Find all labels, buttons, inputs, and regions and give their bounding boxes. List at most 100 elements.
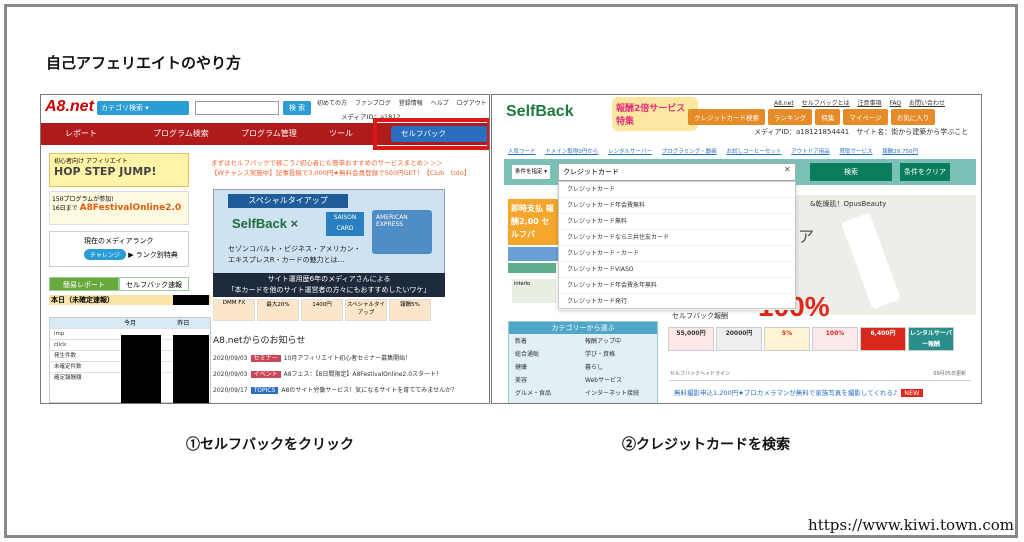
popular-word[interactable]: アウトドア用品 — [791, 149, 830, 155]
banner[interactable]: 1400円 — [301, 299, 343, 321]
suggestion-item[interactable]: クレジットカード — [559, 182, 795, 198]
instant-pay-banner[interactable]: 即時支払 報酬2,00 セルフバ — [508, 199, 558, 245]
report-tabs: 簡易レポート セルフバック速報 — [49, 277, 189, 291]
banner[interactable]: 最大20% — [257, 299, 299, 321]
dark-banner[interactable]: サイト運用歴6年のメディアさんによる 「本カードを他のサイト運営者の方々にもおす… — [213, 273, 445, 297]
festival-banner[interactable]: 150プログラムが参加! 16日まで A8FestivalOnline2.0 — [49, 191, 189, 225]
nav-program-manage[interactable]: プログラム管理 — [217, 123, 305, 145]
popular-word[interactable]: ドメイン取得0円から — [545, 149, 598, 155]
category-item[interactable]: 新着 — [515, 336, 581, 348]
tab-selfback-report[interactable]: セルフバック速報 — [119, 277, 189, 291]
clear-conditions-button[interactable]: 条件をクリア — [900, 163, 950, 181]
popular-word[interactable]: レンタルサーバー — [608, 149, 652, 155]
popular-word[interactable]: 買取サービス — [840, 149, 873, 155]
amex-card: AMERICAN EXPRESS — [372, 210, 432, 254]
notice-date: 2020/09/03 — [213, 355, 248, 362]
banner[interactable]: スペシャルタイアップ — [345, 299, 387, 321]
suggestion-item[interactable]: クレジットカード発行 — [559, 294, 795, 310]
special-ribbon: スペシャルタイアップ — [228, 194, 348, 208]
suggestion-dropdown: クレジットカード クレジットカード年会費無料 クレジットカード無料 クレジットカ… — [558, 181, 796, 310]
suggestion-item[interactable]: クレジットカードVIASO — [559, 262, 795, 278]
category-item[interactable]: Webサービス — [585, 375, 651, 387]
link-logout[interactable]: ログアウト — [457, 100, 487, 107]
double-reward-badge[interactable]: 報酬2倍サービス特集 — [612, 97, 698, 131]
nav-program-search[interactable]: プログラム検索 — [129, 123, 217, 145]
promo-banner[interactable]: 6,400円 — [860, 327, 906, 351]
condition-select[interactable]: 条件を指定 ▾ — [512, 165, 550, 179]
highlight-box — [373, 118, 489, 150]
redacted-block — [121, 335, 161, 403]
nav-report[interactable]: レポート — [41, 123, 129, 145]
new-badge: NEW — [901, 389, 923, 397]
ranking-button[interactable]: ランキング — [768, 109, 813, 125]
notice-date: 2020/09/03 — [213, 371, 248, 378]
search-input[interactable]: クレジットカード — [558, 163, 796, 181]
link-help[interactable]: ヘルプ — [431, 100, 449, 107]
category-item[interactable]: 学び・資格 — [585, 349, 651, 361]
media-info: メディアID：a18121854441 サイト名：街から建築から学ぶこと — [754, 128, 969, 136]
news-line[interactable]: 【Wチャンス実施中】記事投稿で3,000円★無料会員登録で500円GET！【Cl… — [211, 167, 470, 177]
mypage-button[interactable]: マイページ — [843, 109, 888, 125]
popular-word[interactable]: プログラミング・動画 — [662, 149, 717, 155]
popular-word[interactable]: お試しコーヒーセット — [726, 149, 781, 155]
link-beginner[interactable]: 初めての方 — [317, 100, 347, 107]
search-input[interactable] — [195, 101, 279, 115]
suggestion-item[interactable]: クレジットカードなら三井住友カード — [559, 230, 795, 246]
category-item[interactable]: 総合通販 — [515, 349, 581, 361]
banner[interactable]: DMM FX — [213, 299, 255, 321]
suggestion-item[interactable]: クレジットカード年会費無料 — [559, 198, 795, 214]
banner-row: DMM FX 最大20% 1400円 スペシャルタイアップ 報酬5% — [213, 299, 431, 321]
feature-button[interactable]: 特集 — [815, 109, 841, 125]
a8-logo[interactable]: A8.net — [45, 98, 94, 116]
suggestion-item[interactable]: クレジットカード・カード — [559, 246, 795, 262]
inter-banner[interactable]: interlo — [512, 279, 556, 303]
category-item[interactable]: インターネット接続 — [585, 388, 651, 400]
category-heading: カテゴリーから選ぶ — [509, 322, 657, 334]
category-item[interactable]: グルメ・食品 — [515, 388, 581, 400]
search-button[interactable]: 検 索 — [283, 101, 311, 115]
credit-card-search-button[interactable]: クレジットカード検索 — [688, 109, 765, 125]
special-desc: セゾンコバルト・ビジネス・アメリカン・ エキスプレスR・カードの魅力とは… — [228, 245, 361, 264]
a8-screenshot: A8.net カテゴリ検索 ▾ 検 索 初めての方 ファンブログ 登録情報 ヘル… — [40, 94, 490, 404]
promo-row: 55,000円 20000円 5% 100% 6,400円 レンタルサーバー報酬 — [668, 327, 954, 351]
link-about[interactable]: セルフバックとは — [802, 100, 850, 107]
promo-banner[interactable]: レンタルサーバー報酬 — [908, 327, 954, 351]
news-line[interactable]: まずはセルフバックで稼ごう♪初心者にも簡単おすすめのサービスまとめ＞＞＞ — [211, 157, 470, 167]
promo-banner[interactable]: 5% — [764, 327, 810, 351]
banner[interactable]: 報酬5% — [389, 299, 431, 321]
clear-icon[interactable]: ✕ — [784, 165, 791, 174]
hop-big: HOP STEP JUMP! — [54, 165, 157, 178]
category-item[interactable]: 美容 — [515, 375, 581, 387]
promo-banner[interactable]: 20000円 — [716, 327, 762, 351]
link-notes[interactable]: 注意事項 — [858, 100, 882, 107]
link-account[interactable]: 登録情報 — [399, 100, 423, 107]
promo-banner[interactable]: 100% — [812, 327, 858, 351]
category-search-button[interactable]: カテゴリ検索 ▾ — [97, 101, 189, 115]
green-strip — [508, 263, 556, 273]
rank-link[interactable]: ▶ ランク別特典 — [128, 251, 178, 259]
favorites-button[interactable]: お気に入り — [890, 109, 936, 125]
notice-item[interactable]: 2020/09/17 TOPICS A8のサイト労働サービス！気になるサイトを育てて… — [213, 385, 457, 394]
category-item[interactable]: 健康 — [515, 362, 581, 374]
link-contact[interactable]: お問い合わせ — [909, 100, 945, 107]
notice-item[interactable]: 2020/09/03 セミナー 10月アフィリエイト初心者セミナー募集開始！ — [213, 353, 411, 362]
col-yesterday: 昨日 — [177, 320, 190, 327]
link-a8[interactable]: A8.net — [774, 100, 794, 107]
rank-challenge-button[interactable]: チャレンジ — [84, 249, 126, 260]
hop-step-jump-banner[interactable]: 初心者向け アフィリエイト HOP STEP JUMP! — [49, 153, 189, 187]
category-item[interactable]: 暮らし — [585, 362, 651, 374]
promo-banner[interactable]: 55,000円 — [668, 327, 714, 351]
link-faq[interactable]: FAQ — [889, 100, 901, 107]
link-fanblog[interactable]: ファンブログ — [355, 100, 391, 107]
popular-word[interactable]: 報酬29,750円 — [882, 149, 918, 155]
notice-item[interactable]: 2020/09/03 イベント A8フェス：【8日間限定】A8FestivalOnl… — [213, 369, 442, 378]
category-item[interactable]: 報酬アップ中 — [585, 336, 651, 348]
news-item[interactable]: 無料撮影申込1,200円★プロカメラマンが無料で家族写真を撮影してくれる♪ NEW — [674, 387, 923, 397]
reward-label: セルフバック報酬 — [672, 312, 728, 320]
selfback-logo[interactable]: SelfBack — [506, 103, 574, 121]
popular-word[interactable]: 人気ワード — [508, 149, 536, 155]
search-button[interactable]: 検索 — [810, 163, 892, 181]
tab-simple-report[interactable]: 簡易レポート — [49, 277, 119, 291]
suggestion-item[interactable]: クレジットカード年会費永年無料 — [559, 278, 795, 294]
suggestion-item[interactable]: クレジットカード無料 — [559, 214, 795, 230]
